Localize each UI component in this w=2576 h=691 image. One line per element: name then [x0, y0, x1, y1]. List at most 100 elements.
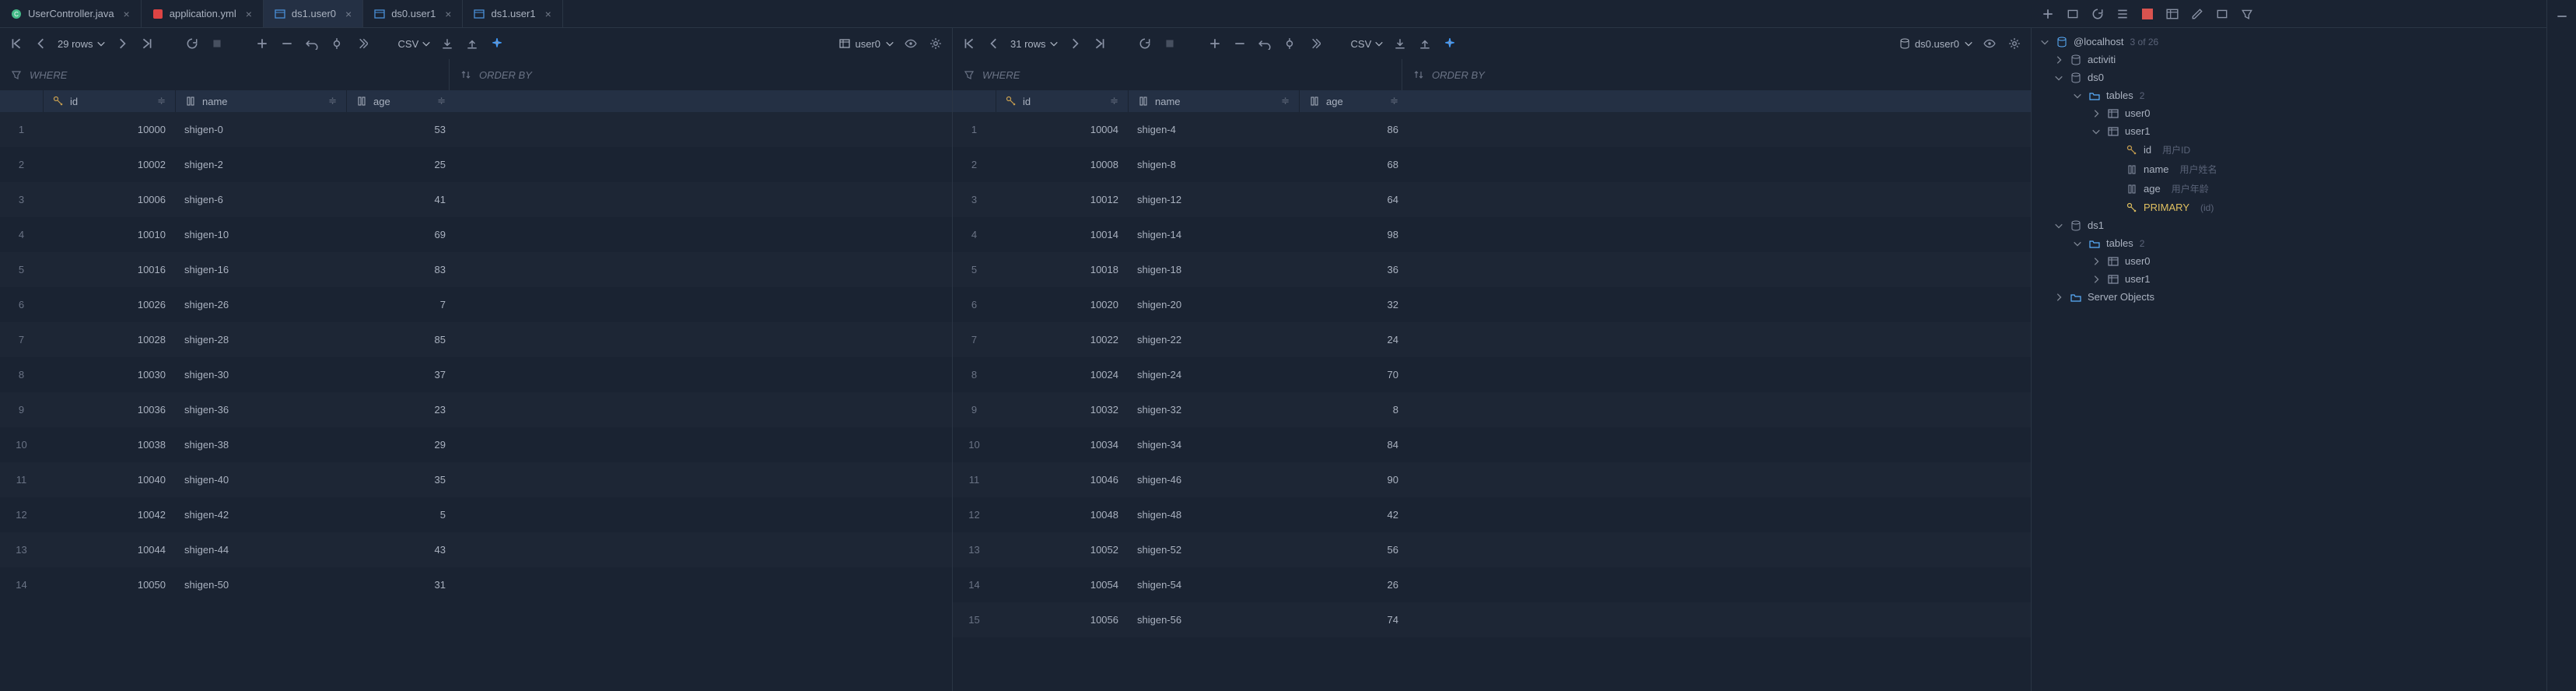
rows-count-dropdown[interactable]: 31 rows: [1010, 38, 1059, 50]
cell-id[interactable]: 10032: [996, 404, 1128, 416]
table-row[interactable]: 1 10000 shigen-0 53: [0, 112, 952, 147]
table-row[interactable]: 2 10008 shigen-8 68: [953, 147, 2031, 182]
next-page-button[interactable]: [114, 35, 131, 52]
table-row[interactable]: 4 10014 shigen-14 98: [953, 217, 2031, 252]
cell-name[interactable]: shigen-26: [175, 299, 346, 310]
delete-row-button[interactable]: [278, 35, 296, 52]
close-icon[interactable]: ×: [345, 8, 352, 20]
cell-name[interactable]: shigen-42: [175, 509, 346, 521]
table-row[interactable]: 12 10042 shigen-42 5: [0, 497, 952, 532]
cell-id[interactable]: 10038: [43, 439, 175, 451]
export-format-dropdown[interactable]: CSV: [398, 38, 432, 50]
cell-id[interactable]: 10054: [996, 579, 1128, 591]
orderby-filter-input[interactable]: ORDER BY: [449, 59, 952, 90]
cell-id[interactable]: 10018: [996, 264, 1128, 275]
table-row[interactable]: 14 10054 shigen-54 26: [953, 567, 2031, 602]
tree-node[interactable]: user0: [2032, 252, 2546, 270]
cell-age[interactable]: 7: [346, 299, 455, 310]
cell-id[interactable]: 10028: [43, 334, 175, 346]
cell-id[interactable]: 10022: [996, 334, 1128, 346]
table-row[interactable]: 10 10038 shigen-38 29: [0, 427, 952, 462]
cell-id[interactable]: 10020: [996, 299, 1128, 310]
cell-name[interactable]: shigen-16: [175, 264, 346, 275]
delete-row-button[interactable]: [1231, 35, 1248, 52]
cell-age[interactable]: 68: [1299, 159, 1408, 170]
cell-name[interactable]: shigen-4: [1128, 124, 1299, 135]
more-actions-button[interactable]: [1306, 35, 1323, 52]
table-row[interactable]: 8 10024 shigen-24 70: [953, 357, 2031, 392]
column-header-age[interactable]: age≑: [346, 90, 455, 112]
refresh-button[interactable]: [2089, 5, 2106, 23]
close-icon[interactable]: ×: [545, 8, 551, 20]
cell-name[interactable]: shigen-30: [175, 369, 346, 381]
cell-name[interactable]: shigen-2: [175, 159, 346, 170]
cell-id[interactable]: 10004: [996, 124, 1128, 135]
reload-button[interactable]: [1136, 35, 1153, 52]
cell-age[interactable]: 24: [1299, 334, 1408, 346]
settings-button[interactable]: [2006, 35, 2023, 52]
tree-node[interactable]: PRIMARY(id): [2032, 198, 2546, 216]
cell-name[interactable]: shigen-32: [1128, 404, 1299, 416]
cell-id[interactable]: 10026: [43, 299, 175, 310]
table-row[interactable]: 7 10022 shigen-22 24: [953, 322, 2031, 357]
cell-id[interactable]: 10030: [43, 369, 175, 381]
diagram-button[interactable]: [2114, 5, 2131, 23]
cell-age[interactable]: 74: [1299, 614, 1408, 626]
view-button[interactable]: [1981, 35, 1998, 52]
cell-age[interactable]: 70: [1299, 369, 1408, 381]
commit-button[interactable]: [1281, 35, 1298, 52]
editor-tab[interactable]: ds1.user1×: [463, 0, 562, 27]
cell-id[interactable]: 10016: [43, 264, 175, 275]
export-button[interactable]: [439, 35, 456, 52]
table-row[interactable]: 14 10050 shigen-50 31: [0, 567, 952, 602]
cell-age[interactable]: 32: [1299, 299, 1408, 310]
cell-name[interactable]: shigen-50: [175, 579, 346, 591]
table-row[interactable]: 5 10018 shigen-18 36: [953, 252, 2031, 287]
cell-name[interactable]: shigen-22: [1128, 334, 1299, 346]
table-row[interactable]: 15 10056 shigen-56 74: [953, 602, 2031, 637]
tx-source-dropdown[interactable]: user0: [839, 38, 894, 50]
cell-age[interactable]: 84: [1299, 439, 1408, 451]
cell-id[interactable]: 10000: [43, 124, 175, 135]
cell-name[interactable]: shigen-34: [1128, 439, 1299, 451]
export-format-dropdown[interactable]: CSV: [1351, 38, 1384, 50]
cell-age[interactable]: 43: [346, 544, 455, 556]
prev-page-button[interactable]: [985, 35, 1003, 52]
cell-name[interactable]: shigen-54: [1128, 579, 1299, 591]
stop-button[interactable]: [2139, 5, 2156, 23]
cell-id[interactable]: 10002: [43, 159, 175, 170]
cell-id[interactable]: 10046: [996, 474, 1128, 486]
table-row[interactable]: 5 10016 shigen-16 83: [0, 252, 952, 287]
export-button[interactable]: [1391, 35, 1409, 52]
edit-button[interactable]: [2189, 5, 2206, 23]
editor-tab[interactable]: UserController.java×: [0, 0, 142, 27]
cell-age[interactable]: 56: [1299, 544, 1408, 556]
close-icon[interactable]: ×: [246, 8, 252, 20]
tree-node[interactable]: user0: [2032, 104, 2546, 122]
tree-node[interactable]: user1: [2032, 270, 2546, 288]
table-row[interactable]: 8 10030 shigen-30 37: [0, 357, 952, 392]
view-button[interactable]: [902, 35, 919, 52]
table-row[interactable]: 10 10034 shigen-34 84: [953, 427, 2031, 462]
cell-age[interactable]: 25: [346, 159, 455, 170]
editor-tab[interactable]: ds0.user1×: [363, 0, 463, 27]
close-icon[interactable]: ×: [124, 8, 130, 20]
rows-count-dropdown[interactable]: 29 rows: [58, 38, 106, 50]
cell-id[interactable]: 10006: [43, 194, 175, 205]
where-filter-input[interactable]: WHERE: [953, 59, 1402, 90]
tree-node[interactable]: id用户ID: [2032, 140, 2546, 160]
table-row[interactable]: 12 10048 shigen-48 42: [953, 497, 2031, 532]
cell-age[interactable]: 85: [346, 334, 455, 346]
editor-tab[interactable]: ds1.user0×: [264, 0, 363, 27]
cell-name[interactable]: shigen-8: [1128, 159, 1299, 170]
cell-name[interactable]: shigen-20: [1128, 299, 1299, 310]
cell-id[interactable]: 10008: [996, 159, 1128, 170]
cell-name[interactable]: shigen-10: [175, 229, 346, 240]
first-page-button[interactable]: [961, 35, 978, 52]
tree-node[interactable]: tables2: [2032, 86, 2546, 104]
revert-button[interactable]: [303, 35, 320, 52]
cell-name[interactable]: shigen-6: [175, 194, 346, 205]
more-actions-button[interactable]: [353, 35, 370, 52]
cell-id[interactable]: 10040: [43, 474, 175, 486]
cell-id[interactable]: 10056: [996, 614, 1128, 626]
